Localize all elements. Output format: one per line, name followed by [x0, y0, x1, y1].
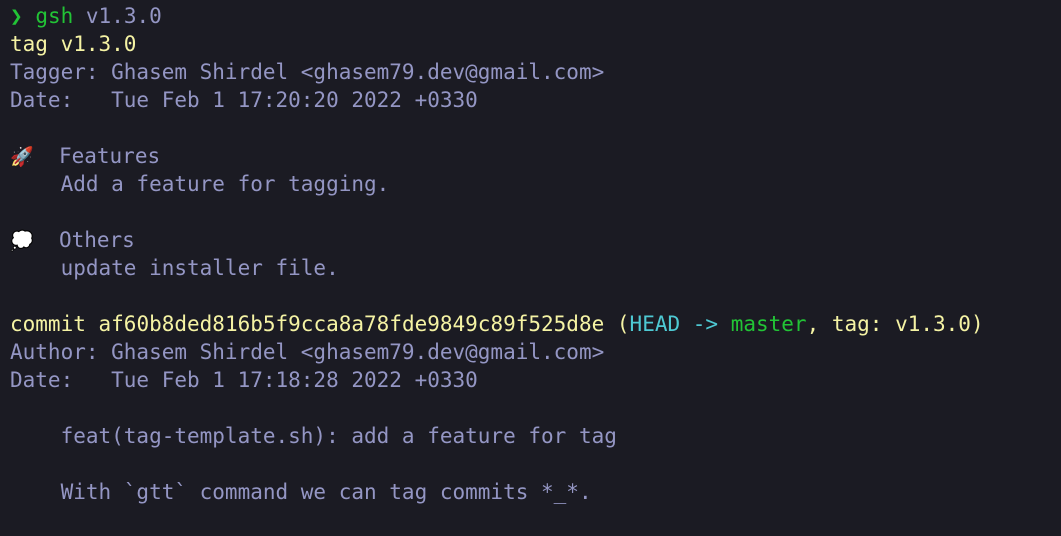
commit-keyword: commit	[10, 312, 86, 336]
features-heading-gap	[34, 144, 59, 168]
thought-balloon-icon: 💭	[10, 230, 34, 252]
commit-message-subject: feat(tag-template.sh): add a feature for…	[10, 424, 617, 448]
tag-line: tag v1.3.0	[10, 32, 137, 56]
rocket-icon: 🚀	[10, 146, 34, 168]
decoration-close-paren: )	[970, 312, 984, 336]
head-arrow: ->	[680, 312, 731, 336]
others-item: update installer file.	[10, 256, 339, 280]
author-line: Author: Ghasem Shirdel <ghasem79.dev@gma…	[10, 340, 605, 364]
tagger-line: Tagger: Ghasem Shirdel <ghasem79.dev@gma…	[10, 60, 605, 84]
terminal-window: ❯ gsh v1.3.0 tag v1.3.0 Tagger: Ghasem S…	[0, 0, 1061, 536]
prompt-space-2	[73, 4, 86, 28]
others-heading: Others	[58, 228, 135, 252]
commit-message-body: With `gtt` command we can tag commits *_…	[10, 480, 592, 504]
tag-date-line: Date: Tue Feb 1 17:20:20 2022 +0330	[10, 88, 478, 112]
terminal-screen[interactable]: ❯ gsh v1.3.0 tag v1.3.0 Tagger: Ghasem S…	[0, 0, 1061, 506]
prompt-chevron-icon: ❯	[10, 4, 23, 28]
prompt-argument: v1.3.0	[85, 4, 162, 28]
commit-line: commit af60b8ded816b5f9cca8a78fde9849c89…	[10, 310, 1061, 338]
commit-hash: af60b8ded816b5f9cca8a78fde9849c89f525d8e	[98, 312, 605, 336]
branch-ref: master	[730, 312, 807, 336]
decoration-open-paren: (	[604, 312, 630, 336]
features-heading: Features	[58, 144, 161, 168]
prompt-space-1	[23, 4, 36, 28]
tag-ref: tag: v1.3.0	[831, 312, 971, 336]
features-heading-line: 🚀 Features	[10, 142, 1061, 170]
decoration-separator: ,	[806, 312, 832, 336]
others-heading-line: 💭 Others	[10, 226, 1061, 254]
features-item: Add a feature for tagging.	[10, 172, 390, 196]
others-heading-gap	[34, 228, 59, 252]
prompt-line: ❯ gsh v1.3.0	[10, 2, 1061, 30]
prompt-command: gsh	[35, 4, 74, 28]
commit-space	[86, 312, 99, 336]
head-ref: HEAD	[629, 312, 681, 336]
commit-date-line: Date: Tue Feb 1 17:18:28 2022 +0330	[10, 368, 478, 392]
